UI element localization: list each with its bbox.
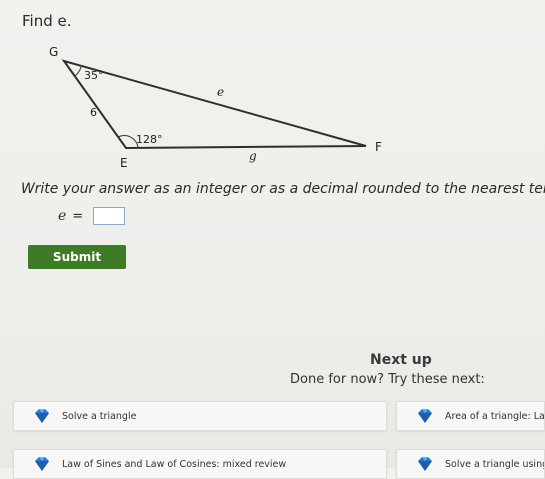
- answer-row: e =: [58, 207, 126, 225]
- vertex-label-g: G: [49, 45, 58, 59]
- answer-variable: e: [58, 208, 67, 224]
- angle-label-e: 128°: [136, 133, 163, 146]
- answer-equals: =: [72, 208, 84, 224]
- angle-arc-g: [74, 66, 82, 77]
- next-up-subheading: Done for now? Try these next:: [290, 372, 485, 387]
- rec-card-area-triangle[interactable]: Area of a triangle: Law of Sines: [396, 401, 545, 431]
- next-up-heading: Next up: [370, 352, 432, 368]
- diamond-icon: [35, 457, 49, 471]
- vertex-label-f: F: [375, 140, 382, 154]
- triangle-shape: [61, 59, 367, 150]
- submit-button[interactable]: Submit: [28, 245, 126, 269]
- rec-card-solve-triangle[interactable]: Solve a triangle: [13, 401, 387, 431]
- side-label-ef: g: [249, 149, 257, 163]
- triangle-figure: G E F 35° 128° 6 e g: [49, 45, 382, 170]
- rec-card-solve-law-of-sines[interactable]: Solve a triangle using the Law of Sines: [396, 449, 545, 479]
- rec-card-label: Solve a triangle: [62, 410, 137, 422]
- vertex-label-e: E: [120, 156, 128, 170]
- rec-card-label: Area of a triangle: Law of Sines: [445, 410, 544, 422]
- diamond-icon: [418, 457, 432, 471]
- side-label-gf: e: [217, 85, 224, 99]
- diamond-icon: [35, 409, 49, 423]
- answer-input[interactable]: [93, 207, 126, 225]
- angle-label-g: 35°: [84, 69, 104, 82]
- rec-card-mixed-review[interactable]: Law of Sines and Law of Cosines: mixed r…: [13, 449, 387, 479]
- side-label-ge: 6: [90, 106, 97, 119]
- diamond-icon: [418, 409, 432, 423]
- answer-instruction: Write your answer as an integer or as a …: [21, 181, 545, 197]
